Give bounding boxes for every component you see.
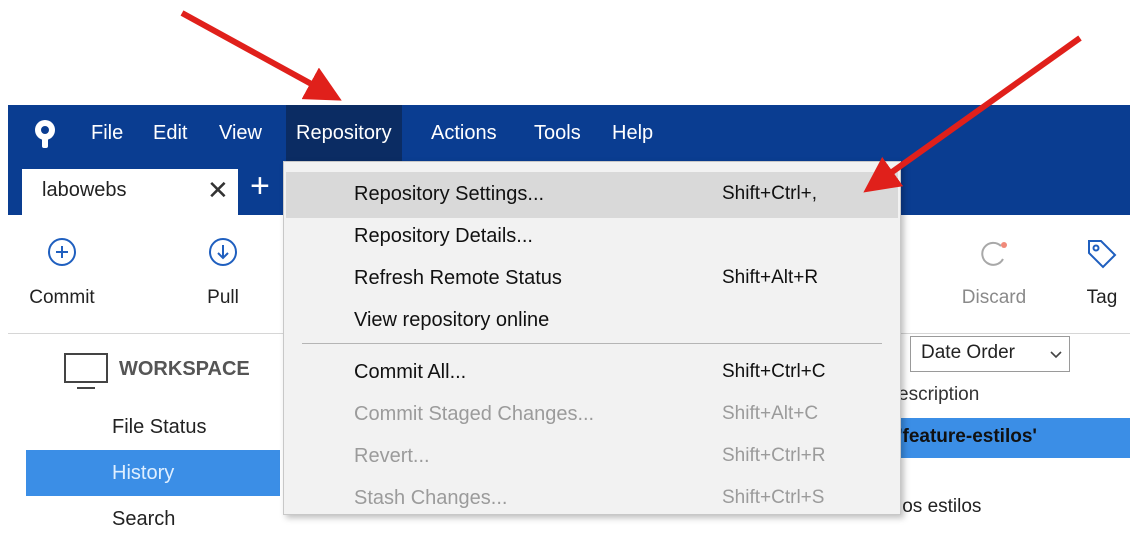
annotation-arrow-icon xyxy=(180,10,342,101)
annotation-arrow-icon xyxy=(863,35,1082,193)
annotation-arrows xyxy=(180,10,1082,193)
